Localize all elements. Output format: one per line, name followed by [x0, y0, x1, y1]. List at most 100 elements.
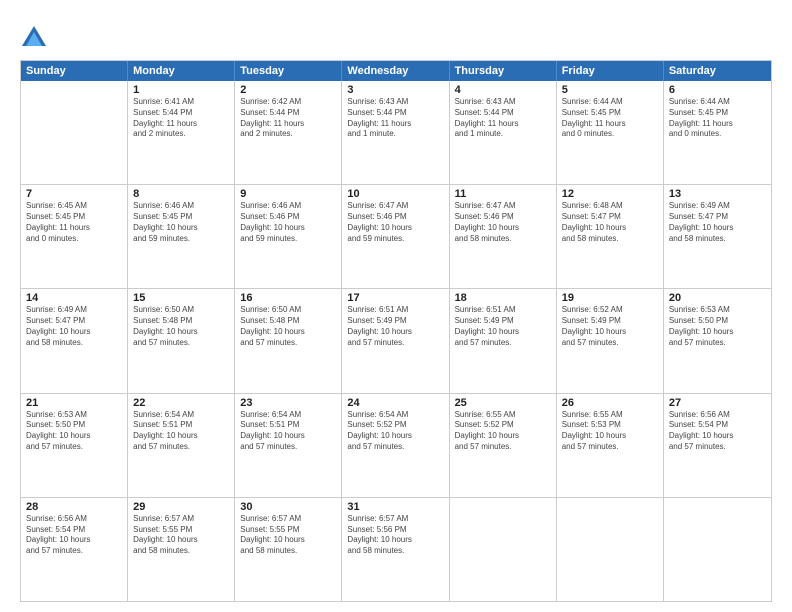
- calendar-cell: 17Sunrise: 6:51 AM Sunset: 5:49 PM Dayli…: [342, 289, 449, 392]
- calendar-cell: 8Sunrise: 6:46 AM Sunset: 5:45 PM Daylig…: [128, 185, 235, 288]
- day-info: Sunrise: 6:57 AM Sunset: 5:56 PM Dayligh…: [347, 514, 443, 557]
- day-info: Sunrise: 6:45 AM Sunset: 5:45 PM Dayligh…: [26, 201, 122, 244]
- day-number: 15: [133, 292, 229, 304]
- day-number: 24: [347, 397, 443, 409]
- day-info: Sunrise: 6:44 AM Sunset: 5:45 PM Dayligh…: [669, 97, 766, 140]
- day-number: 20: [669, 292, 766, 304]
- calendar-header-cell: Saturday: [664, 61, 771, 81]
- calendar-cell: 9Sunrise: 6:46 AM Sunset: 5:46 PM Daylig…: [235, 185, 342, 288]
- calendar-cell: 3Sunrise: 6:43 AM Sunset: 5:44 PM Daylig…: [342, 81, 449, 184]
- day-number: 17: [347, 292, 443, 304]
- calendar-header-cell: Friday: [557, 61, 664, 81]
- day-info: Sunrise: 6:43 AM Sunset: 5:44 PM Dayligh…: [347, 97, 443, 140]
- calendar-cell: [557, 498, 664, 601]
- calendar-cell: 13Sunrise: 6:49 AM Sunset: 5:47 PM Dayli…: [664, 185, 771, 288]
- calendar-cell: 16Sunrise: 6:50 AM Sunset: 5:48 PM Dayli…: [235, 289, 342, 392]
- calendar-cell: 23Sunrise: 6:54 AM Sunset: 5:51 PM Dayli…: [235, 394, 342, 497]
- page: SundayMondayTuesdayWednesdayThursdayFrid…: [0, 0, 792, 612]
- calendar-cell: 18Sunrise: 6:51 AM Sunset: 5:49 PM Dayli…: [450, 289, 557, 392]
- calendar-cell: 26Sunrise: 6:55 AM Sunset: 5:53 PM Dayli…: [557, 394, 664, 497]
- day-info: Sunrise: 6:51 AM Sunset: 5:49 PM Dayligh…: [455, 305, 551, 348]
- day-info: Sunrise: 6:56 AM Sunset: 5:54 PM Dayligh…: [26, 514, 122, 557]
- day-info: Sunrise: 6:47 AM Sunset: 5:46 PM Dayligh…: [347, 201, 443, 244]
- calendar: SundayMondayTuesdayWednesdayThursdayFrid…: [20, 60, 772, 602]
- calendar-cell: 11Sunrise: 6:47 AM Sunset: 5:46 PM Dayli…: [450, 185, 557, 288]
- day-number: 16: [240, 292, 336, 304]
- day-number: 14: [26, 292, 122, 304]
- calendar-cell: 22Sunrise: 6:54 AM Sunset: 5:51 PM Dayli…: [128, 394, 235, 497]
- calendar-cell: [450, 498, 557, 601]
- calendar-header-cell: Tuesday: [235, 61, 342, 81]
- calendar-cell: 29Sunrise: 6:57 AM Sunset: 5:55 PM Dayli…: [128, 498, 235, 601]
- header: [20, 18, 772, 50]
- day-number: 12: [562, 188, 658, 200]
- calendar-cell: 4Sunrise: 6:43 AM Sunset: 5:44 PM Daylig…: [450, 81, 557, 184]
- calendar-cell: 5Sunrise: 6:44 AM Sunset: 5:45 PM Daylig…: [557, 81, 664, 184]
- day-info: Sunrise: 6:50 AM Sunset: 5:48 PM Dayligh…: [240, 305, 336, 348]
- day-number: 26: [562, 397, 658, 409]
- day-number: 19: [562, 292, 658, 304]
- calendar-row: 14Sunrise: 6:49 AM Sunset: 5:47 PM Dayli…: [21, 289, 771, 393]
- calendar-cell: 14Sunrise: 6:49 AM Sunset: 5:47 PM Dayli…: [21, 289, 128, 392]
- calendar-cell: [21, 81, 128, 184]
- day-number: 31: [347, 501, 443, 513]
- day-number: 7: [26, 188, 122, 200]
- day-number: 18: [455, 292, 551, 304]
- calendar-cell: 12Sunrise: 6:48 AM Sunset: 5:47 PM Dayli…: [557, 185, 664, 288]
- day-info: Sunrise: 6:54 AM Sunset: 5:51 PM Dayligh…: [240, 410, 336, 453]
- day-number: 13: [669, 188, 766, 200]
- day-number: 25: [455, 397, 551, 409]
- calendar-cell: 2Sunrise: 6:42 AM Sunset: 5:44 PM Daylig…: [235, 81, 342, 184]
- calendar-cell: 15Sunrise: 6:50 AM Sunset: 5:48 PM Dayli…: [128, 289, 235, 392]
- day-number: 11: [455, 188, 551, 200]
- day-info: Sunrise: 6:54 AM Sunset: 5:51 PM Dayligh…: [133, 410, 229, 453]
- logo-icon: [20, 22, 48, 50]
- day-number: 30: [240, 501, 336, 513]
- day-number: 6: [669, 84, 766, 96]
- day-number: 27: [669, 397, 766, 409]
- day-number: 8: [133, 188, 229, 200]
- calendar-header-cell: Monday: [128, 61, 235, 81]
- day-info: Sunrise: 6:57 AM Sunset: 5:55 PM Dayligh…: [240, 514, 336, 557]
- day-info: Sunrise: 6:46 AM Sunset: 5:46 PM Dayligh…: [240, 201, 336, 244]
- day-number: 22: [133, 397, 229, 409]
- day-info: Sunrise: 6:46 AM Sunset: 5:45 PM Dayligh…: [133, 201, 229, 244]
- day-info: Sunrise: 6:50 AM Sunset: 5:48 PM Dayligh…: [133, 305, 229, 348]
- calendar-cell: 31Sunrise: 6:57 AM Sunset: 5:56 PM Dayli…: [342, 498, 449, 601]
- calendar-cell: 27Sunrise: 6:56 AM Sunset: 5:54 PM Dayli…: [664, 394, 771, 497]
- day-number: 29: [133, 501, 229, 513]
- calendar-cell: 19Sunrise: 6:52 AM Sunset: 5:49 PM Dayli…: [557, 289, 664, 392]
- calendar-header: SundayMondayTuesdayWednesdayThursdayFrid…: [21, 61, 771, 81]
- calendar-row: 7Sunrise: 6:45 AM Sunset: 5:45 PM Daylig…: [21, 185, 771, 289]
- calendar-row: 28Sunrise: 6:56 AM Sunset: 5:54 PM Dayli…: [21, 498, 771, 601]
- calendar-row: 21Sunrise: 6:53 AM Sunset: 5:50 PM Dayli…: [21, 394, 771, 498]
- day-info: Sunrise: 6:49 AM Sunset: 5:47 PM Dayligh…: [669, 201, 766, 244]
- day-number: 5: [562, 84, 658, 96]
- day-info: Sunrise: 6:47 AM Sunset: 5:46 PM Dayligh…: [455, 201, 551, 244]
- calendar-cell: 10Sunrise: 6:47 AM Sunset: 5:46 PM Dayli…: [342, 185, 449, 288]
- day-info: Sunrise: 6:44 AM Sunset: 5:45 PM Dayligh…: [562, 97, 658, 140]
- calendar-cell: 6Sunrise: 6:44 AM Sunset: 5:45 PM Daylig…: [664, 81, 771, 184]
- day-number: 3: [347, 84, 443, 96]
- day-info: Sunrise: 6:42 AM Sunset: 5:44 PM Dayligh…: [240, 97, 336, 140]
- calendar-cell: 28Sunrise: 6:56 AM Sunset: 5:54 PM Dayli…: [21, 498, 128, 601]
- calendar-cell: 7Sunrise: 6:45 AM Sunset: 5:45 PM Daylig…: [21, 185, 128, 288]
- day-number: 4: [455, 84, 551, 96]
- calendar-cell: 24Sunrise: 6:54 AM Sunset: 5:52 PM Dayli…: [342, 394, 449, 497]
- day-info: Sunrise: 6:56 AM Sunset: 5:54 PM Dayligh…: [669, 410, 766, 453]
- calendar-cell: 1Sunrise: 6:41 AM Sunset: 5:44 PM Daylig…: [128, 81, 235, 184]
- day-number: 10: [347, 188, 443, 200]
- day-number: 23: [240, 397, 336, 409]
- calendar-row: 1Sunrise: 6:41 AM Sunset: 5:44 PM Daylig…: [21, 81, 771, 185]
- day-info: Sunrise: 6:49 AM Sunset: 5:47 PM Dayligh…: [26, 305, 122, 348]
- day-info: Sunrise: 6:53 AM Sunset: 5:50 PM Dayligh…: [26, 410, 122, 453]
- day-info: Sunrise: 6:51 AM Sunset: 5:49 PM Dayligh…: [347, 305, 443, 348]
- calendar-cell: 25Sunrise: 6:55 AM Sunset: 5:52 PM Dayli…: [450, 394, 557, 497]
- day-info: Sunrise: 6:57 AM Sunset: 5:55 PM Dayligh…: [133, 514, 229, 557]
- day-number: 2: [240, 84, 336, 96]
- calendar-header-cell: Thursday: [450, 61, 557, 81]
- calendar-cell: 20Sunrise: 6:53 AM Sunset: 5:50 PM Dayli…: [664, 289, 771, 392]
- day-info: Sunrise: 6:48 AM Sunset: 5:47 PM Dayligh…: [562, 201, 658, 244]
- day-number: 1: [133, 84, 229, 96]
- calendar-body: 1Sunrise: 6:41 AM Sunset: 5:44 PM Daylig…: [21, 81, 771, 601]
